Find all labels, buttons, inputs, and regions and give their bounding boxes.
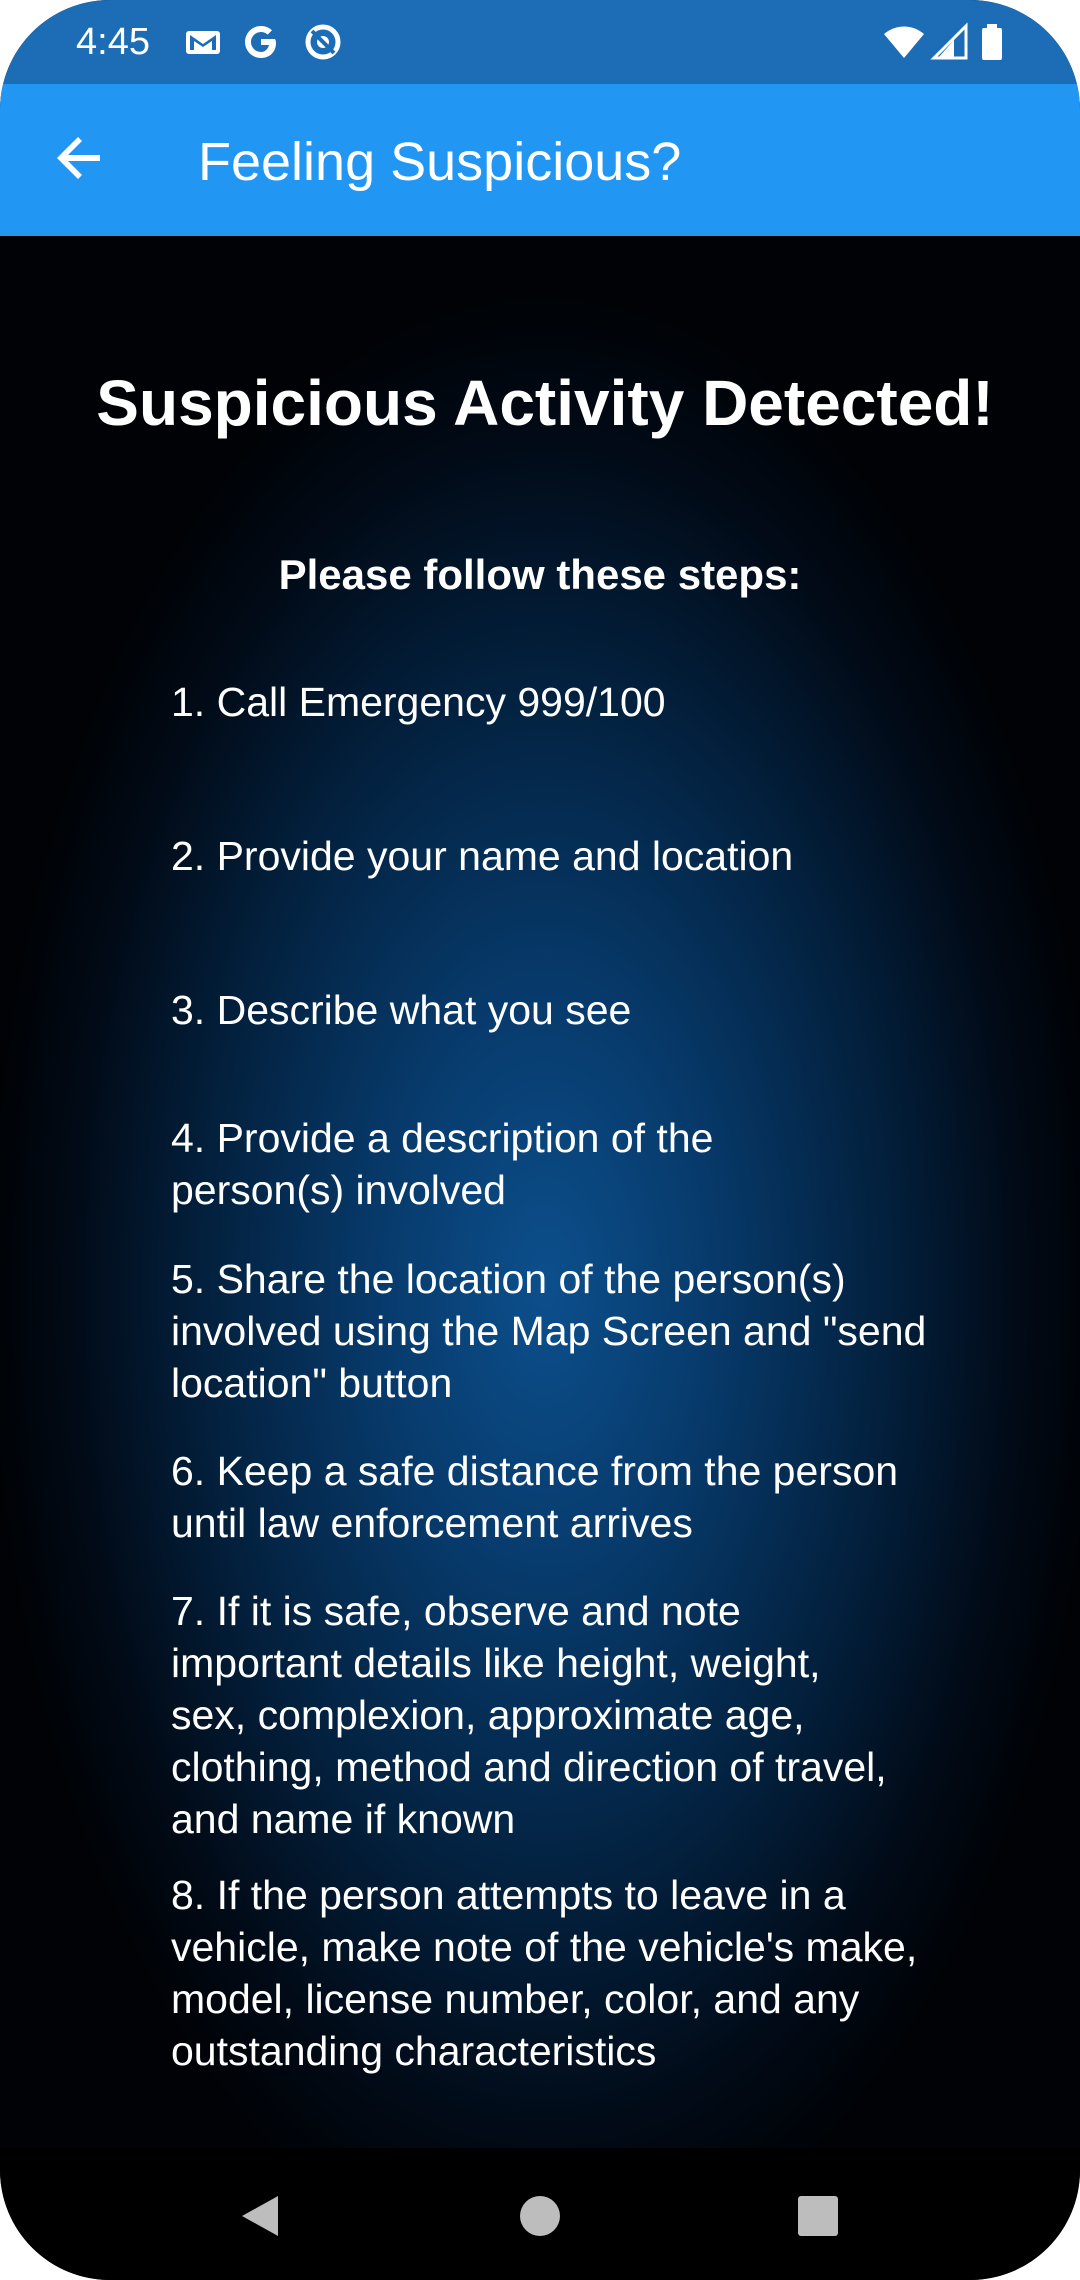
step-3: 3. Describe what you see — [171, 987, 632, 1033]
status-time: 4:45 — [76, 21, 150, 63]
step-4: 4. Provide a description of the person(s… — [171, 1115, 714, 1213]
wifi-icon — [882, 22, 926, 62]
nav-home-button[interactable] — [500, 2178, 580, 2258]
back-button[interactable] — [40, 120, 120, 200]
phone-screen: 4:45 Feeling Suspicious? Suspicious Acti… — [0, 0, 1080, 2280]
data-saver-icon — [303, 22, 343, 62]
back-triangle-icon — [238, 2192, 282, 2245]
arrow-left-icon — [54, 132, 106, 189]
nav-back-button[interactable] — [220, 2178, 300, 2258]
step-7: 7. If it is safe, observe and note impor… — [171, 1588, 887, 1842]
step-6: 6. Keep a safe distance from the person … — [171, 1448, 899, 1546]
page-title: Feeling Suspicious? — [198, 132, 682, 192]
nav-recents-button[interactable] — [778, 2178, 858, 2258]
alert-heading: Suspicious Activity Detected! — [96, 367, 994, 439]
step-8: 8. If the person attempts to leave in a … — [171, 1872, 918, 2074]
step-1: 1. Call Emergency 999/100 — [171, 679, 666, 725]
status-bar: 4:45 — [0, 0, 1080, 84]
battery-icon — [978, 22, 1006, 62]
steps-subheading: Please follow these steps: — [278, 551, 802, 598]
google-icon — [241, 22, 281, 62]
system-nav-bar — [0, 2148, 1080, 2280]
home-circle-icon — [518, 2194, 562, 2243]
gmail-icon — [183, 22, 223, 62]
cell-signal-icon — [930, 22, 970, 62]
step-2: 2. Provide your name and location — [171, 833, 794, 879]
instructions-panel: Suspicious Activity Detected! Please fol… — [0, 236, 1080, 2148]
step-5: 5. Share the location of the person(s) i… — [171, 1256, 927, 1406]
app-bar: Feeling Suspicious? — [0, 84, 1080, 236]
recents-square-icon — [797, 2195, 839, 2242]
